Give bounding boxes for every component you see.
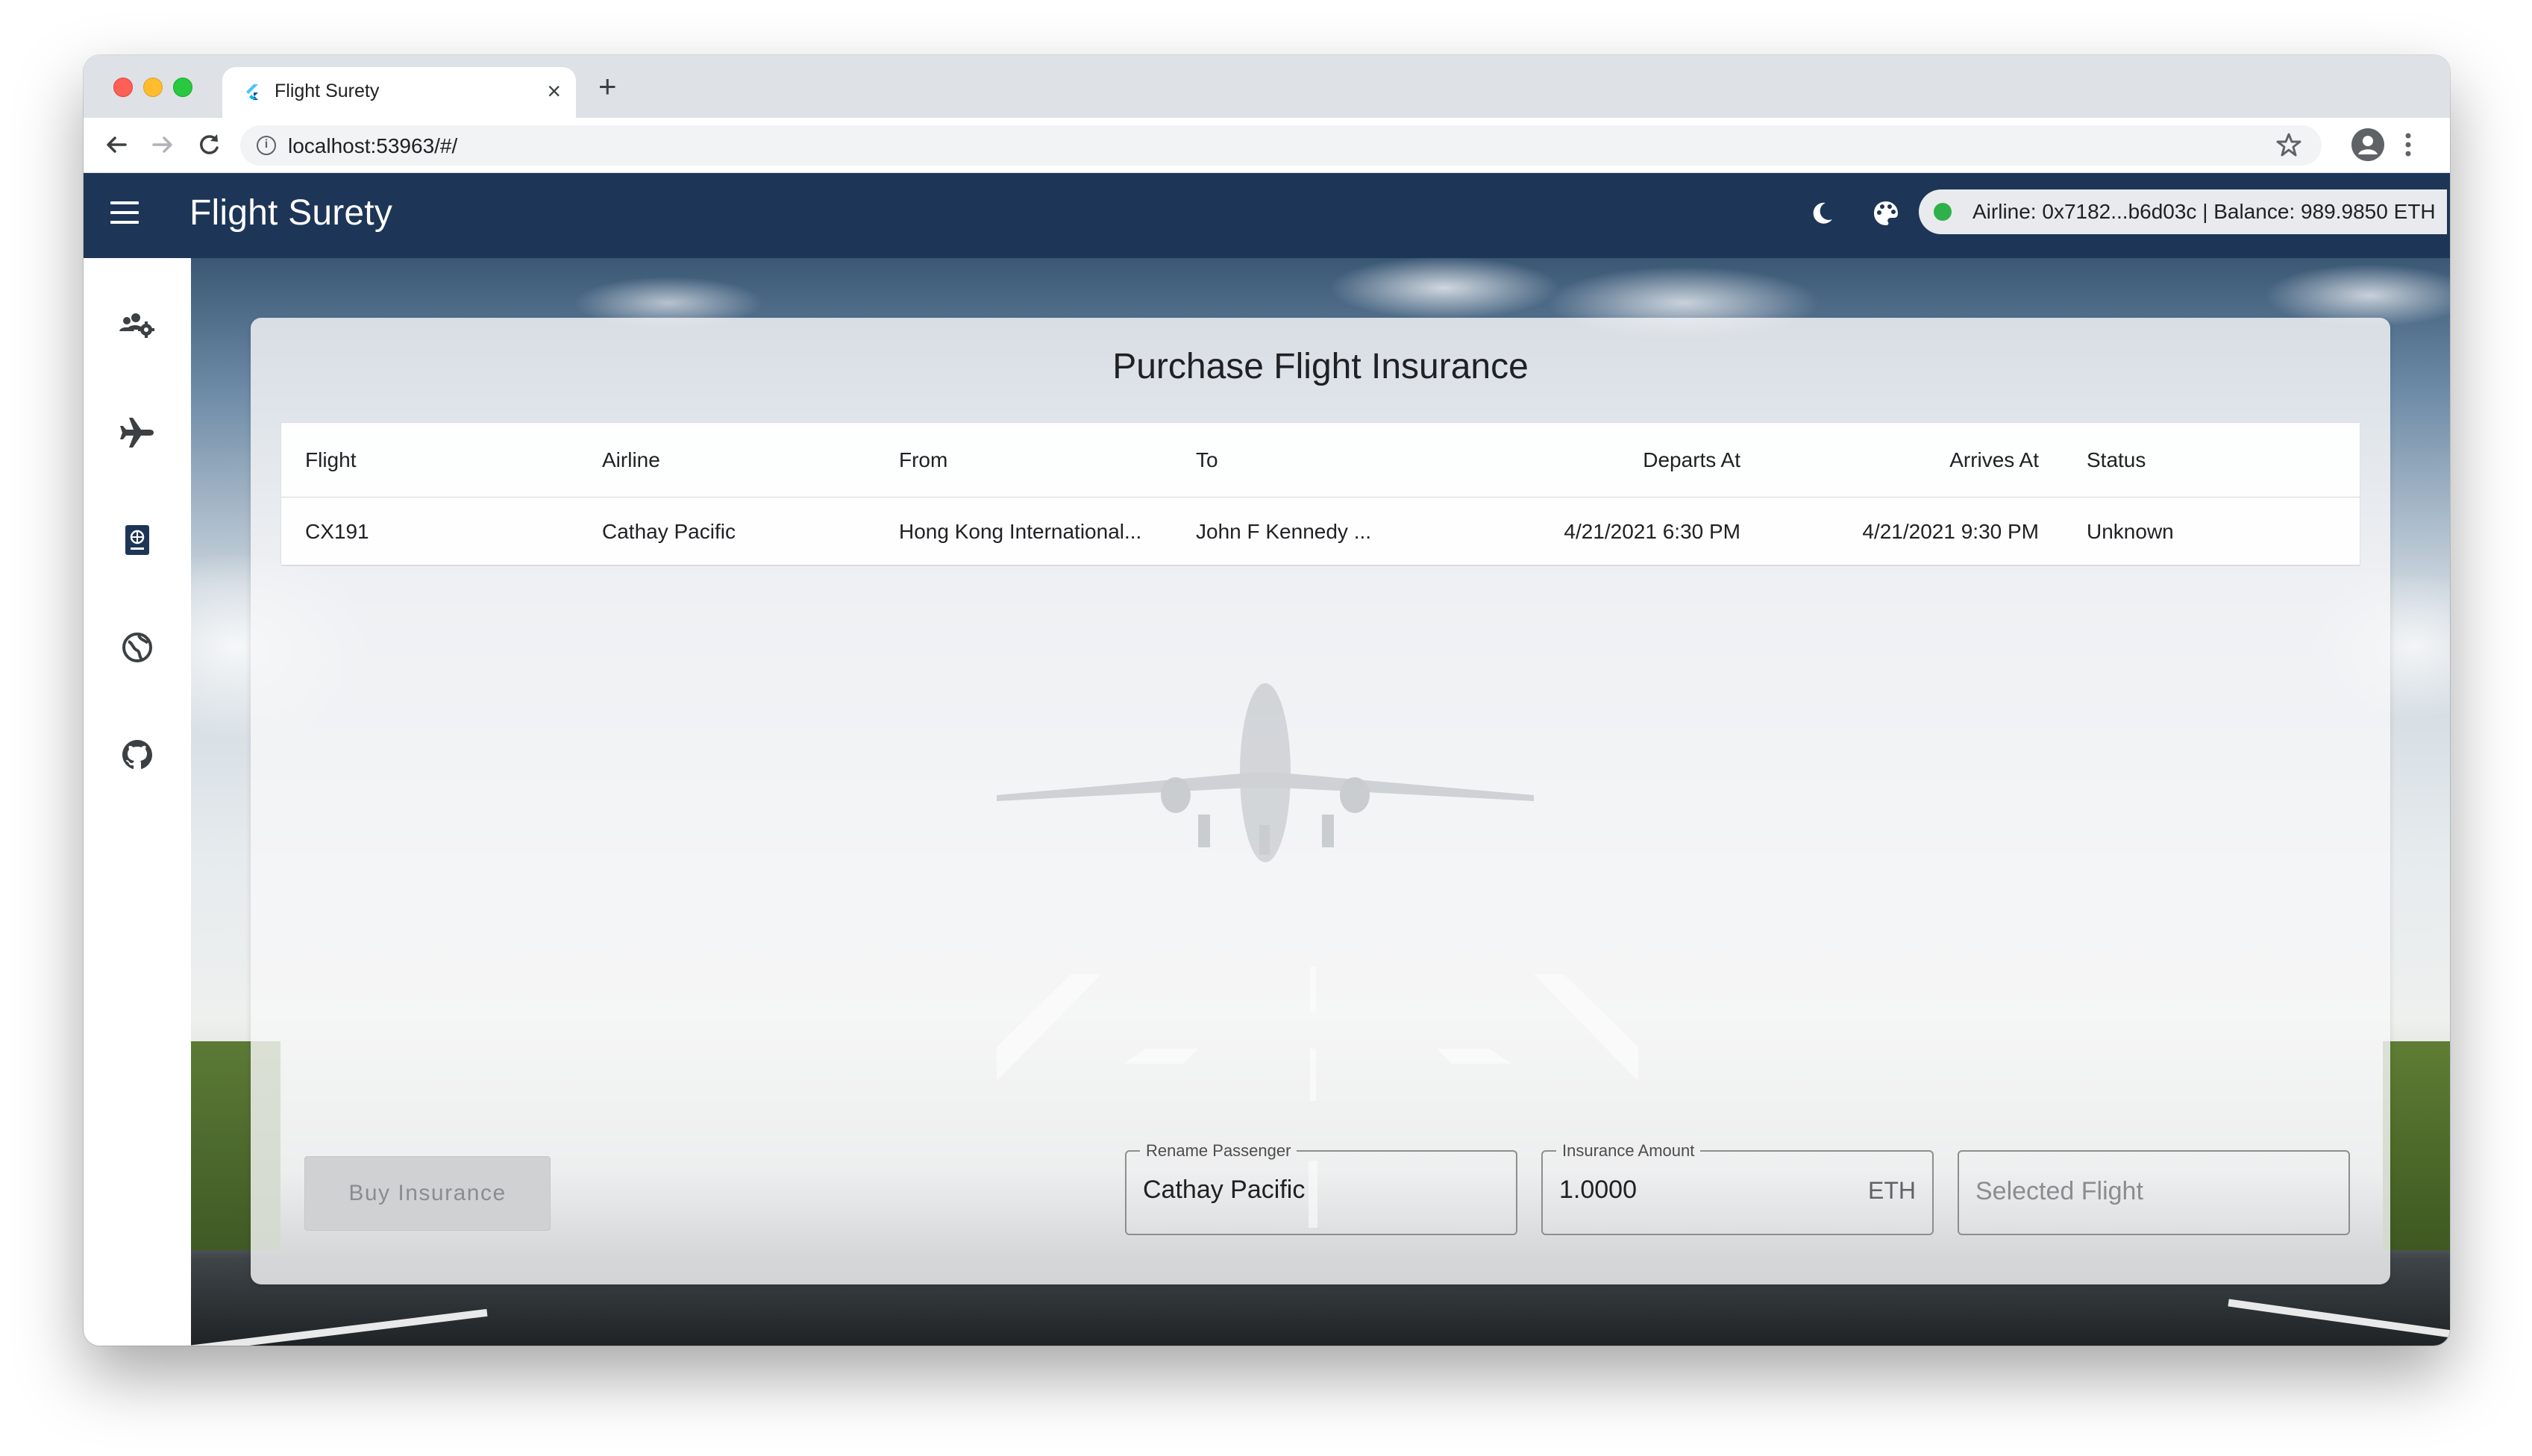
cell-from: Hong Kong International... — [899, 520, 1142, 543]
flutter-icon — [246, 84, 258, 100]
tab-strip: Flight Surety × + — [84, 55, 2450, 118]
buy-insurance-button[interactable]: Buy Insurance — [304, 1156, 551, 1231]
browser-tab[interactable]: Flight Surety × — [222, 67, 576, 118]
column-header-status[interactable]: Status — [2087, 448, 2146, 472]
page-title: Purchase Flight Insurance — [1112, 347, 1529, 386]
account-chip[interactable]: Airline: 0x7182...b6d03c | Balance: 989.… — [1919, 189, 2447, 234]
app-title: Flight Surety — [189, 193, 393, 233]
close-window-button[interactable] — [113, 78, 133, 97]
column-header-arrives-at[interactable]: Arrives At — [1949, 448, 2039, 472]
insurance-amount-field[interactable]: Insurance Amount 1.0000 ETH — [1541, 1141, 1934, 1235]
cell-status: Unknown — [2087, 520, 2174, 543]
rename-passenger-value[interactable]: Cathay Pacific — [1143, 1176, 1305, 1205]
browser-toolbar: i localhost:53963/#/ — [84, 118, 2450, 173]
selected-flight-field[interactable]: Selected Flight — [1958, 1150, 2350, 1235]
site-info-icon[interactable]: i — [257, 136, 276, 155]
purchase-insurance-card: Purchase Flight Insurance Flight Airline… — [251, 318, 2390, 1284]
column-header-departs-at[interactable]: Departs At — [1643, 448, 1740, 472]
column-header-to[interactable]: To — [1196, 448, 1218, 472]
cell-to: John F Kennedy ... — [1196, 520, 1372, 543]
browser-window: Flight Surety × + i localhost:53963/#/ F… — [84, 55, 2450, 1346]
rename-passenger-label: Rename Passenger — [1140, 1141, 1297, 1161]
column-header-flight[interactable]: Flight — [305, 448, 356, 472]
new-tab-button[interactable]: + — [598, 71, 617, 102]
reload-icon[interactable] — [194, 130, 224, 160]
browser-menu-icon[interactable] — [2404, 128, 2413, 161]
tab-title: Flight Surety — [275, 81, 380, 101]
column-header-from[interactable]: From — [899, 448, 947, 472]
bookmark-star-icon[interactable] — [2274, 130, 2304, 160]
cell-airline: Cathay Pacific — [602, 520, 736, 543]
url-text[interactable]: localhost:53963/#/ — [288, 134, 457, 158]
cell-departs-at: 4/21/2021 6:30 PM — [1564, 520, 1740, 543]
close-tab-icon[interactable]: × — [547, 78, 561, 104]
github-icon[interactable] — [116, 734, 158, 776]
passport-icon[interactable] — [116, 519, 158, 561]
profile-icon[interactable] — [2351, 128, 2384, 161]
insurance-amount-value[interactable]: 1.0000 — [1559, 1176, 1637, 1205]
insurance-amount-suffix: ETH — [1868, 1177, 1916, 1204]
rename-passenger-field[interactable]: Rename Passenger Cathay Pacific — [1125, 1141, 1517, 1235]
minimize-window-button[interactable] — [143, 78, 163, 97]
app-bar: Flight Surety Airline: 0x7182...b6d03c |… — [84, 173, 2450, 258]
connection-status-dot — [1934, 203, 1952, 221]
cell-arrives-at: 4/21/2021 9:30 PM — [1862, 520, 2039, 543]
airplane-icon[interactable] — [116, 412, 158, 454]
dark-mode-icon[interactable] — [1807, 198, 1837, 228]
nav-rail — [84, 258, 191, 1346]
globe-icon[interactable] — [116, 627, 158, 668]
table-row[interactable]: CX191 Cathay Pacific Hong Kong Internati… — [281, 498, 2360, 566]
forward-arrow-icon[interactable] — [148, 130, 178, 160]
maximize-window-button[interactable] — [173, 78, 192, 97]
selected-flight-placeholder[interactable]: Selected Flight — [1975, 1177, 2143, 1206]
back-arrow-icon[interactable] — [101, 130, 131, 160]
table-header: Flight Airline From To Departs At Arrive… — [281, 423, 2360, 498]
airplane-illustration — [997, 683, 1534, 862]
background-scene: Purchase Flight Insurance Flight Airline… — [191, 258, 2450, 1346]
palette-icon[interactable] — [1871, 198, 1901, 228]
address-bar[interactable]: i localhost:53963/#/ — [240, 125, 2322, 166]
users-settings-icon[interactable] — [116, 304, 158, 346]
menu-icon[interactable] — [110, 201, 139, 224]
flights-table: Flight Airline From To Departs At Arrive… — [281, 422, 2360, 566]
app-root: Flight Surety Airline: 0x7182...b6d03c |… — [84, 173, 2450, 1346]
column-header-airline[interactable]: Airline — [602, 448, 660, 472]
insurance-amount-label: Insurance Amount — [1556, 1141, 1701, 1161]
account-info: Airline: 0x7182...b6d03c | Balance: 989.… — [1972, 200, 2436, 223]
cell-flight: CX191 — [305, 520, 369, 543]
